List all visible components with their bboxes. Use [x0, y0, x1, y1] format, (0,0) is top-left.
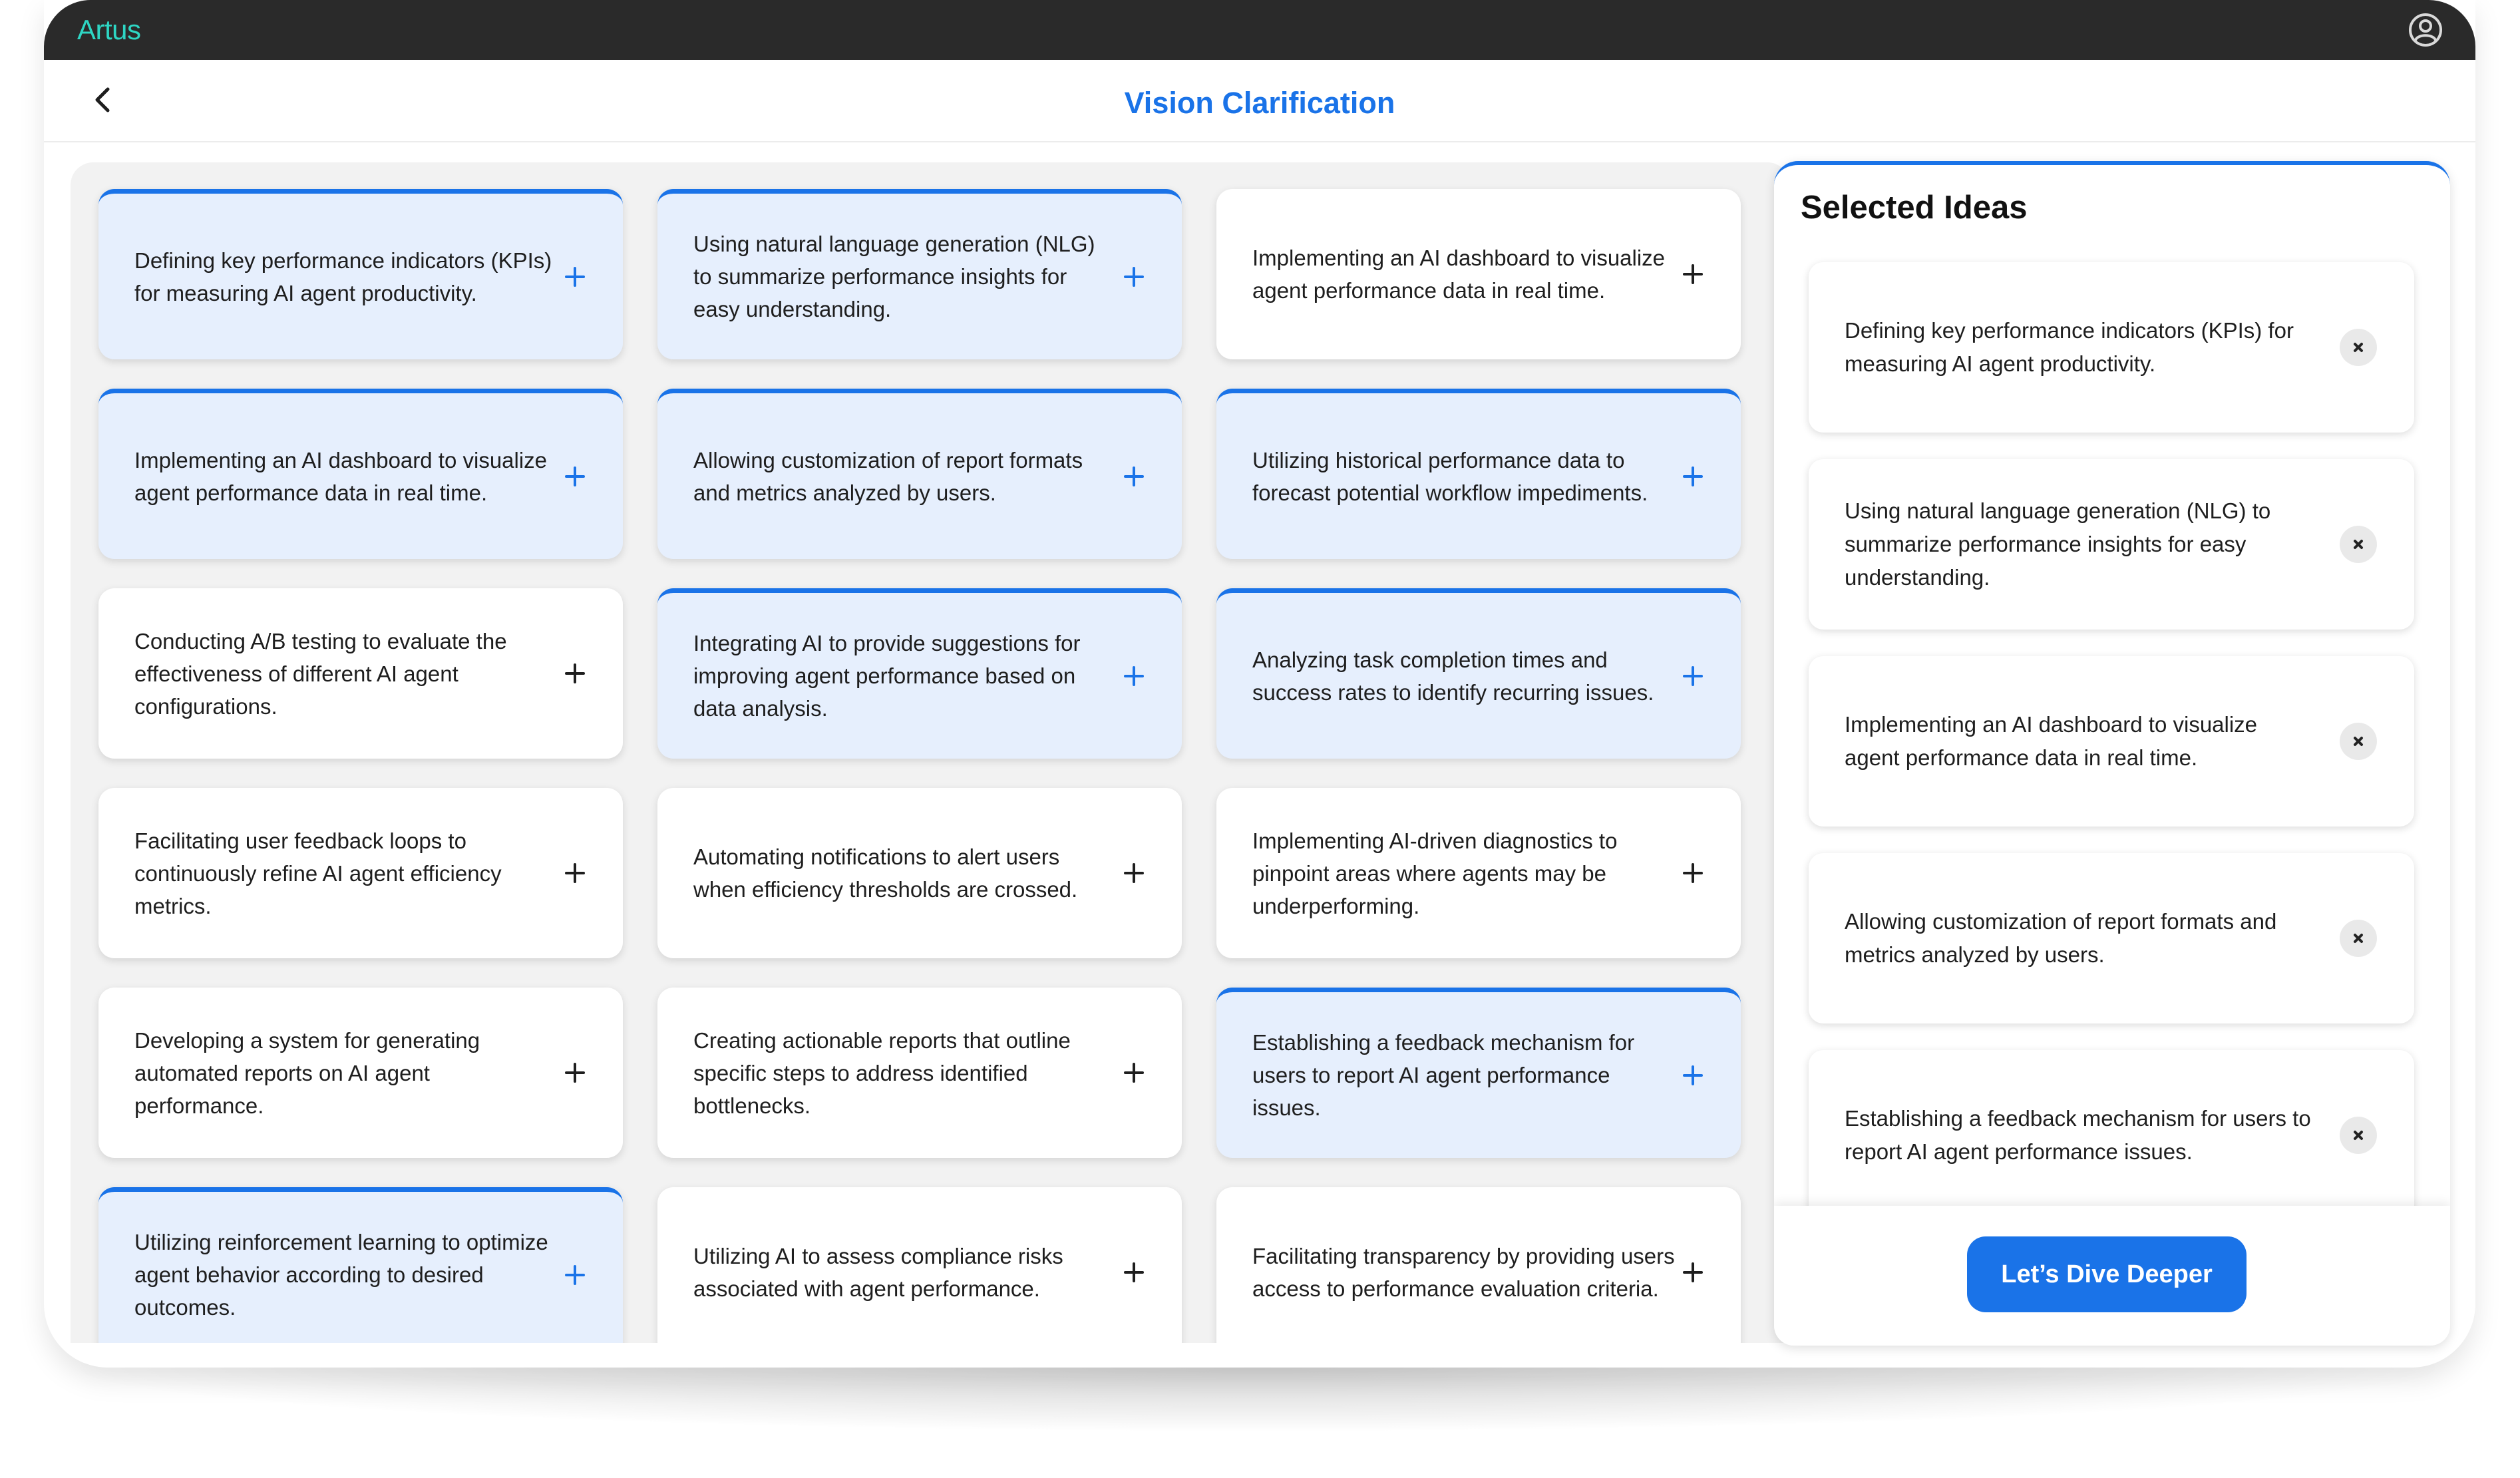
idea-text: Implementing an AI dashboard to visualiz…: [134, 447, 548, 505]
selected-idea-card: Establishing a feedback mechanism for us…: [1809, 1050, 2414, 1220]
plus-icon[interactable]: [1680, 463, 1706, 490]
plus-icon[interactable]: [1680, 663, 1706, 689]
idea-text: Allowing customization of report formats…: [693, 447, 1083, 505]
plus-icon[interactable]: [562, 1262, 588, 1288]
plus-icon[interactable]: [562, 860, 588, 886]
selected-ideas-panel: Selected Ideas Defining key performance …: [1774, 161, 2450, 1346]
idea-text: Utilizing AI to assess compliance risks …: [693, 1244, 1063, 1301]
plus-icon[interactable]: [1680, 261, 1706, 287]
idea-text: Analyzing task completion times and succ…: [1252, 647, 1654, 705]
plus-icon[interactable]: [1680, 1259, 1706, 1286]
account-circle-icon[interactable]: [2408, 12, 2443, 48]
selected-ideas-list: Defining key performance indicators (KPI…: [1809, 262, 2414, 1247]
selected-idea-card: Using natural language generation (NLG) …: [1809, 459, 2414, 630]
close-icon[interactable]: [2340, 329, 2377, 366]
idea-card[interactable]: Implementing an AI dashboard to visualiz…: [1216, 189, 1741, 359]
idea-card[interactable]: Integrating AI to provide suggestions fo…: [657, 588, 1182, 759]
plus-icon[interactable]: [1121, 663, 1147, 689]
selected-idea-text: Using natural language generation (NLG) …: [1845, 498, 2271, 590]
app-window: Artus Vision Clarification Defining key …: [44, 0, 2475, 1368]
plus-icon[interactable]: [562, 660, 588, 687]
plus-icon[interactable]: [1121, 860, 1147, 886]
idea-text: Facilitating user feedback loops to cont…: [134, 828, 502, 918]
idea-card[interactable]: Conducting A/B testing to evaluate the e…: [98, 588, 623, 759]
plus-icon[interactable]: [562, 463, 588, 490]
idea-text: Implementing AI-driven diagnostics to pi…: [1252, 828, 1618, 918]
idea-card[interactable]: Developing a system for generating autom…: [98, 988, 623, 1158]
plus-icon[interactable]: [1680, 1062, 1706, 1089]
close-icon[interactable]: [2340, 1117, 2377, 1154]
plus-icon[interactable]: [562, 264, 588, 290]
idea-text: Implementing an AI dashboard to visualiz…: [1252, 246, 1666, 303]
idea-text: Establishing a feedback mechanism for us…: [1252, 1030, 1635, 1120]
selected-idea-card: Defining key performance indicators (KPI…: [1809, 262, 2414, 433]
idea-text: Defining key performance indicators (KPI…: [134, 248, 552, 305]
ideas-workspace: Defining key performance indicators (KPI…: [71, 162, 1790, 1343]
idea-text: Conducting A/B testing to evaluate the e…: [134, 628, 507, 719]
idea-text: Utilizing historical performance data to…: [1252, 447, 1648, 505]
idea-card[interactable]: Utilizing AI to assess compliance risks …: [657, 1187, 1182, 1343]
idea-text: Automating notifications to alert users …: [693, 844, 1078, 902]
selected-idea-text: Defining key performance indicators (KPI…: [1845, 318, 2294, 376]
selected-idea-text: Establishing a feedback mechanism for us…: [1845, 1106, 2311, 1164]
idea-card[interactable]: Allowing customization of report formats…: [657, 389, 1182, 559]
ideas-grid: Defining key performance indicators (KPI…: [98, 189, 1775, 1343]
idea-text: Creating actionable reports that outline…: [693, 1027, 1071, 1118]
idea-card[interactable]: Utilizing historical performance data to…: [1216, 389, 1741, 559]
selected-idea-text: Allowing customization of report formats…: [1845, 909, 2277, 967]
idea-text: Utilizing reinforcement learning to opti…: [134, 1230, 548, 1320]
close-icon[interactable]: [2340, 723, 2377, 760]
idea-card[interactable]: Implementing AI-driven diagnostics to pi…: [1216, 788, 1741, 958]
plus-icon[interactable]: [1121, 1259, 1147, 1286]
close-icon[interactable]: [2340, 920, 2377, 957]
selected-idea-card: Implementing an AI dashboard to visualiz…: [1809, 656, 2414, 827]
selected-idea-card: Allowing customization of report formats…: [1809, 853, 2414, 1023]
idea-card[interactable]: Creating actionable reports that outline…: [657, 988, 1182, 1158]
plus-icon[interactable]: [1121, 1059, 1147, 1086]
panel-footer: Let’s Dive Deeper: [1774, 1206, 2450, 1346]
close-icon[interactable]: [2340, 526, 2377, 563]
idea-card[interactable]: Facilitating transparency by providing u…: [1216, 1187, 1741, 1343]
panel-title: Selected Ideas: [1801, 190, 2028, 226]
idea-text: Using natural language generation (NLG) …: [693, 232, 1095, 321]
page-header: Vision Clarification: [44, 60, 2475, 142]
selected-idea-text: Implementing an AI dashboard to visualiz…: [1845, 712, 2258, 770]
page-title: Vision Clarification: [1124, 86, 1395, 120]
idea-text: Integrating AI to provide suggestions fo…: [693, 631, 1081, 721]
idea-text: Facilitating transparency by providing u…: [1252, 1244, 1675, 1301]
idea-card[interactable]: Using natural language generation (NLG) …: [657, 189, 1182, 359]
plus-icon[interactable]: [1121, 463, 1147, 490]
idea-card[interactable]: Establishing a feedback mechanism for us…: [1216, 988, 1741, 1158]
idea-text: Developing a system for generating autom…: [134, 1027, 480, 1118]
idea-card[interactable]: Implementing an AI dashboard to visualiz…: [98, 389, 623, 559]
brand-logo: Artus: [77, 14, 141, 45]
plus-icon[interactable]: [1680, 860, 1706, 886]
top-bar: Artus: [44, 0, 2475, 60]
idea-card[interactable]: Facilitating user feedback loops to cont…: [98, 788, 623, 958]
idea-card[interactable]: Utilizing reinforcement learning to opti…: [98, 1187, 623, 1343]
plus-icon[interactable]: [562, 1059, 588, 1086]
plus-icon[interactable]: [1121, 264, 1147, 290]
idea-card[interactable]: Defining key performance indicators (KPI…: [98, 189, 623, 359]
dive-deeper-button[interactable]: Let’s Dive Deeper: [1967, 1236, 2247, 1312]
idea-card[interactable]: Automating notifications to alert users …: [657, 788, 1182, 958]
idea-card[interactable]: Analyzing task completion times and succ…: [1216, 588, 1741, 759]
